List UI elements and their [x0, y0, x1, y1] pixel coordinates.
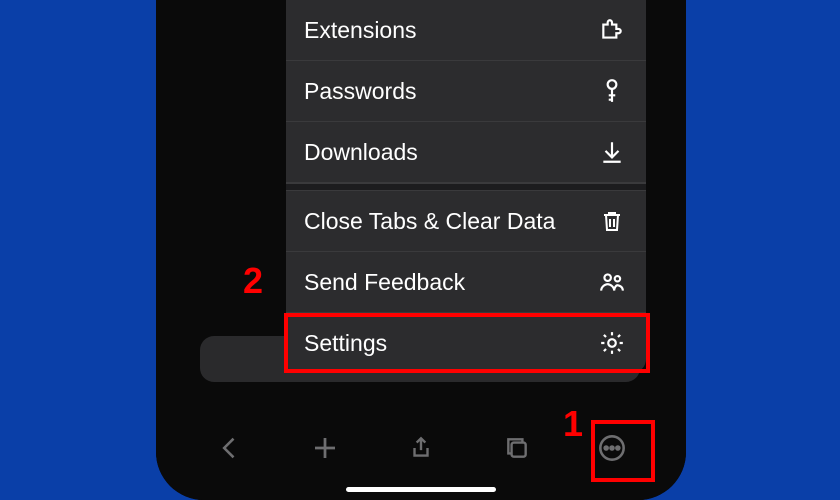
menu-item-extensions[interactable]: Extensions [286, 0, 646, 61]
puzzle-icon [598, 16, 626, 44]
menu-item-downloads[interactable]: Downloads [286, 122, 646, 183]
menu-item-label: Extensions [304, 17, 417, 44]
tabs-button[interactable] [495, 426, 539, 470]
new-tab-button[interactable] [303, 426, 347, 470]
annotation-box-settings [284, 313, 650, 373]
menu-item-passwords[interactable]: Passwords [286, 61, 646, 122]
share-button[interactable] [399, 426, 443, 470]
people-icon [598, 268, 626, 296]
menu-item-label: Close Tabs & Clear Data [304, 208, 555, 235]
menu-group-divider [286, 183, 646, 191]
menu-item-label: Passwords [304, 78, 416, 105]
menu-item-label: Downloads [304, 139, 418, 166]
annotation-step-1: 1 [563, 403, 583, 445]
annotation-step-2: 2 [243, 260, 263, 302]
menu-item-feedback[interactable]: Send Feedback [286, 252, 646, 313]
home-indicator [346, 487, 496, 492]
trash-icon [598, 207, 626, 235]
annotation-box-more [591, 420, 655, 482]
back-button[interactable] [208, 426, 252, 470]
menu-item-label: Send Feedback [304, 269, 465, 296]
menu-item-close-clear[interactable]: Close Tabs & Clear Data [286, 191, 646, 252]
download-icon [598, 138, 626, 166]
key-icon [598, 77, 626, 105]
